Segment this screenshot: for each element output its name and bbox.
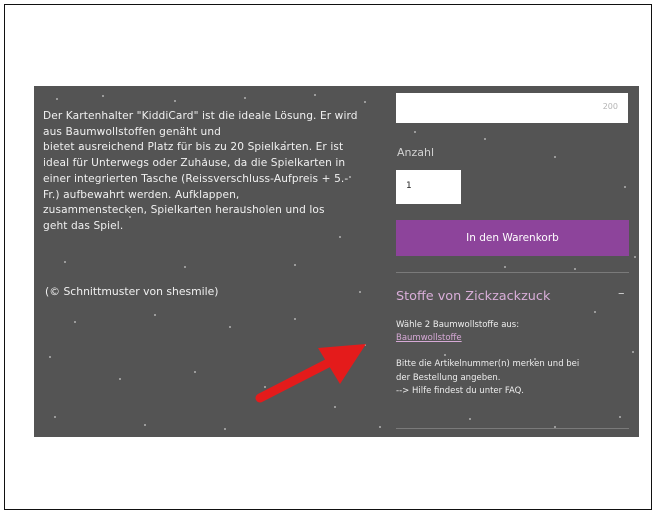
description-line: Fr.) aufbewahrt werden. Aufklappen, xyxy=(43,188,240,201)
choose-fabric-text: Wähle 2 Baumwollstoffe aus: xyxy=(396,320,520,330)
add-to-cart-button[interactable]: In den Warenkorb xyxy=(396,220,629,256)
note-line: der Bestellung angeben. xyxy=(396,372,501,383)
description-line: ideal für Unterwegs oder Zuhause, da die… xyxy=(43,157,346,170)
faq-hint: --> Hilfe findest du unter FAQ. xyxy=(396,385,525,396)
description-line: geht das Spiel. xyxy=(43,219,124,232)
fabric-section-title[interactable]: Stoffe von Zickzackzuck xyxy=(396,289,550,304)
fabric-section-content: Wähle 2 Baumwollstoffe aus: Baumwollstof… xyxy=(396,319,636,398)
section-divider xyxy=(396,272,629,273)
quantity-label: Anzahl xyxy=(397,146,435,159)
description-line: aus Baumwollstoffen genäht und xyxy=(43,125,221,138)
description-line: bietet ausreichend Platz für bis zu 20 S… xyxy=(43,141,344,154)
quantity-input[interactable]: 1 xyxy=(396,170,461,204)
collapse-toggle-icon[interactable]: – xyxy=(618,286,625,301)
quantity-value: 1 xyxy=(406,181,412,191)
description-line: zusammenstecken, Spielkarten herausholen… xyxy=(43,204,325,217)
description-line: Der Kartenhalter "KiddiCard" ist die ide… xyxy=(43,110,358,122)
fabric-link[interactable]: Baumwollstoffe xyxy=(396,332,636,345)
pattern-credit: (© Schnittmuster von shesmile) xyxy=(45,285,219,298)
price-field[interactable]: 200 xyxy=(396,93,628,123)
product-description: Der Kartenhalter "KiddiCard" ist die ide… xyxy=(43,109,373,235)
description-line: einer integrierten Tasche (Reissverschlu… xyxy=(43,172,349,185)
red-arrow-icon xyxy=(255,344,366,403)
price-value: 200 xyxy=(602,102,618,111)
note-line: Bitte die Artikelnummer(n) merken und be… xyxy=(396,359,580,370)
section-divider xyxy=(396,428,629,429)
